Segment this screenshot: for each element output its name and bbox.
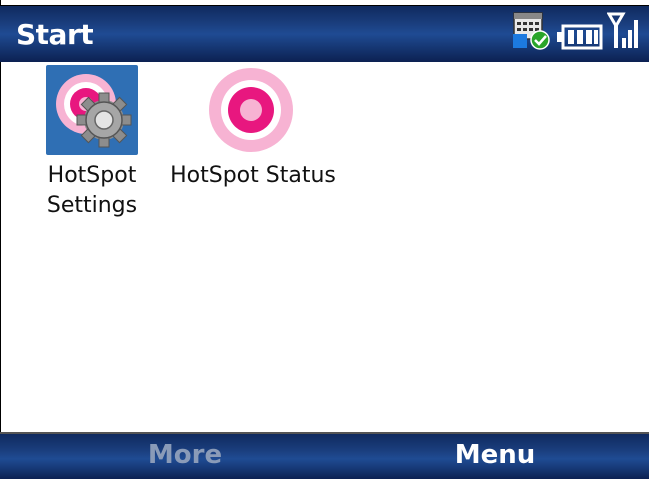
battery-icon[interactable] xyxy=(557,24,603,54)
hotspot-settings-icon[interactable] xyxy=(46,65,138,155)
signal-icon[interactable] xyxy=(606,12,639,54)
page-title: Start xyxy=(16,18,94,51)
menu-soft-key[interactable]: Menu xyxy=(440,440,550,470)
app-label-line1: HotSpot xyxy=(47,163,137,188)
app-label-line2: Settings xyxy=(46,193,138,218)
app-hotspot-status[interactable]: HotSpot Status xyxy=(168,65,338,191)
title-bar: Start xyxy=(0,5,649,62)
hotspot-status-icon[interactable] xyxy=(205,65,297,155)
soft-key-bar: More Menu xyxy=(0,432,649,479)
app-hotspot-settings[interactable]: HotSpot Settings xyxy=(44,65,140,221)
app-label: HotSpot Status xyxy=(170,163,336,188)
app-grid: HotSpot Settings HotSpot Status xyxy=(0,61,649,431)
calendar-check-icon[interactable] xyxy=(513,12,553,54)
more-soft-key[interactable]: More xyxy=(130,440,240,470)
status-icons xyxy=(513,12,639,54)
